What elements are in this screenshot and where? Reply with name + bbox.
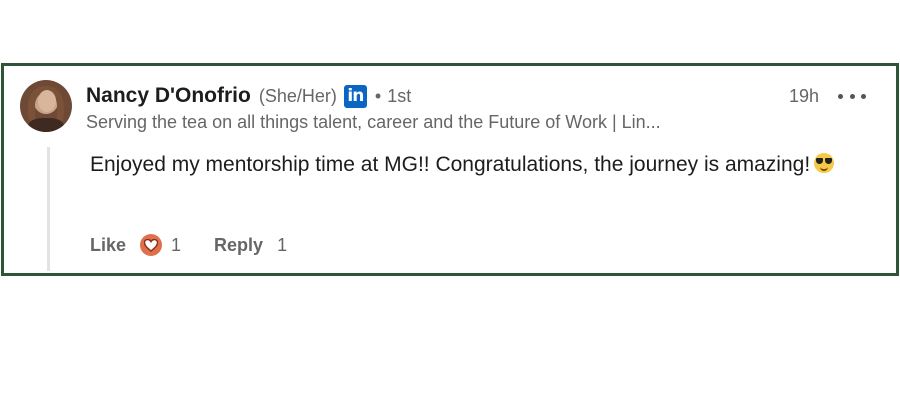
glasses	[816, 158, 833, 164]
author-name[interactable]: Nancy D'Onofrio	[86, 84, 251, 108]
more-dot	[849, 93, 855, 99]
connection-degree: 1st	[387, 85, 412, 106]
love-heart-icon[interactable]	[140, 234, 163, 256]
comment-text-block: Enjoyed my mentorship time at MG!! Congr…	[90, 148, 860, 181]
smile	[820, 165, 829, 171]
comment-header: Nancy D'Onofrio (She/Her) in • 1st	[86, 84, 411, 108]
reaction-count[interactable]: 1	[171, 235, 181, 256]
more-options-icon[interactable]	[838, 87, 866, 105]
author-pronouns: (She/Her)	[258, 85, 337, 106]
avatar-face	[38, 90, 56, 112]
more-dot	[838, 93, 843, 99]
separator-dot: •	[374, 85, 382, 106]
comment-card: Nancy D'Onofrio (She/Her) in • 1st Servi…	[1, 63, 899, 276]
comment-actions: Like 1 Reply 1	[90, 234, 287, 256]
linkedin-icon: in	[343, 84, 367, 108]
like-button[interactable]: Like	[90, 235, 126, 256]
reply-button[interactable]: Reply	[214, 235, 263, 256]
comment-text: Enjoyed my mentorship time at MG!! Congr…	[90, 153, 811, 176]
more-dot	[861, 93, 866, 99]
avatar[interactable]	[20, 80, 72, 132]
reply-count[interactable]: 1	[277, 235, 287, 256]
heart-shape	[144, 238, 159, 252]
author-headline[interactable]: Serving the tea on all things talent, ca…	[86, 112, 661, 133]
sunglasses-emoji-icon	[814, 153, 835, 173]
comment-timestamp: 19h	[789, 86, 820, 106]
thread-line	[47, 147, 50, 271]
avatar-shirt	[28, 118, 64, 132]
